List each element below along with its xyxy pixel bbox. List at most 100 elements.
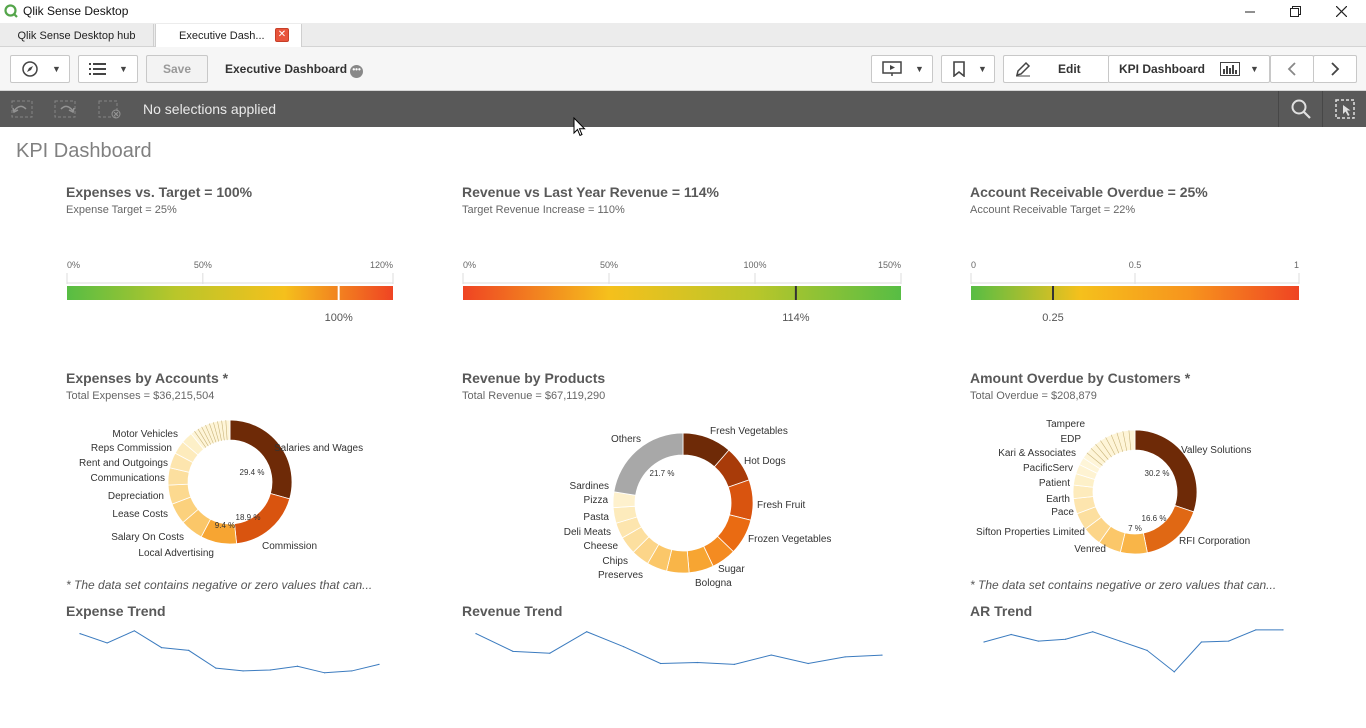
clear-selections-icon[interactable]	[97, 99, 121, 119]
expense-trend-chart[interactable]	[66, 622, 396, 692]
donut-percent-label: 21.7 %	[650, 469, 675, 478]
chart-title: Expenses by Accounts *	[66, 370, 229, 386]
donut-label: Depreciation	[108, 491, 164, 502]
donut-label: Lease Costs	[112, 509, 168, 520]
gauge-value-label: 114%	[782, 312, 810, 324]
donut-label: Pace	[1051, 507, 1074, 518]
restore-button[interactable]	[1272, 0, 1318, 23]
trend-point	[215, 667, 217, 669]
donut-label: PacificServ	[1023, 463, 1073, 474]
sheet-selector-button[interactable]: KPI Dashboard ▼	[1108, 55, 1270, 83]
bookmarks-button[interactable]: ▼	[941, 55, 995, 83]
selections-status: No selections applied	[143, 101, 277, 117]
close-window-button[interactable]	[1318, 0, 1364, 23]
donut-label: Fresh Fruit	[757, 500, 806, 511]
chart-title: Revenue by Products	[462, 370, 606, 386]
close-icon	[1335, 6, 1347, 17]
donut-slice	[1082, 429, 1136, 470]
navigation-menu-button[interactable]: ▼	[10, 55, 70, 83]
compass-icon	[22, 61, 38, 77]
present-button[interactable]: ▼	[871, 55, 933, 83]
donut-label: Salary On Costs	[111, 532, 184, 543]
minimize-button[interactable]	[1227, 0, 1273, 23]
donut-label: Communications	[91, 473, 165, 484]
trend-point	[983, 641, 985, 643]
step-back-icon[interactable]	[10, 99, 34, 119]
donut-percent-label: 30.2 %	[1145, 469, 1170, 478]
donut-label: Kari & Associates	[998, 448, 1076, 459]
kpi-title: Account Receivable Overdue = 25%	[970, 184, 1208, 200]
gauge-tick-label: 0%	[463, 260, 476, 270]
revenue-donut-chart[interactable]: Fresh Vegetables Hot Dogs Fresh Fruit Froze…	[540, 420, 840, 590]
overdue-donut-chart[interactable]: Valley Solutions 30.2 % RFI Corporation 16.…	[960, 415, 1300, 565]
trend-point	[512, 650, 514, 652]
global-menu-button[interactable]: ▼	[78, 55, 138, 83]
caret-down-icon: ▼	[52, 64, 61, 74]
trend-point	[1282, 629, 1284, 631]
donut-label: Sugar	[718, 564, 745, 575]
chart-title: Expense Trend	[66, 603, 166, 619]
donut-percent-label: 18.9 %	[236, 513, 261, 522]
donut-label: Commission	[262, 541, 317, 552]
gauge-bar	[971, 286, 1299, 300]
gauge-tick-label: 0	[971, 260, 976, 270]
donut-label: Valley Solutions	[1181, 445, 1251, 456]
sheet-title: KPI Dashboard	[16, 140, 152, 162]
select-region-icon	[1335, 99, 1355, 119]
search-button[interactable]	[1278, 91, 1322, 127]
donut-label: Local Advertising	[138, 548, 214, 559]
revenue-trend-chart[interactable]	[462, 622, 902, 692]
chevron-right-icon	[1331, 62, 1340, 76]
donut-label: Salaries and Wages	[274, 443, 363, 454]
tab-executive-dashboard[interactable]: Executive Dash... ✕	[155, 24, 302, 47]
ar-trend-chart[interactable]	[970, 622, 1300, 692]
tab-hub[interactable]: Qlik Sense Desktop hub	[0, 24, 154, 47]
donut-slice	[229, 420, 293, 500]
gauge-tick-label: 50%	[194, 260, 212, 270]
donut-label: Sifton Properties Limited	[976, 527, 1085, 538]
trend-point	[549, 652, 551, 654]
donut-label: Rent and Outgoings	[79, 458, 168, 469]
more-icon[interactable]: •••	[350, 65, 364, 78]
restore-icon	[1289, 6, 1301, 17]
close-tab-button[interactable]: ✕	[275, 28, 289, 42]
chart-title: AR Trend	[970, 603, 1033, 619]
caret-down-icon: ▼	[978, 64, 987, 74]
next-sheet-button[interactable]	[1313, 55, 1357, 83]
mouse-cursor-icon	[573, 117, 586, 137]
caret-down-icon: ▼	[1250, 64, 1259, 74]
revenue-gauge[interactable]: 0% 50% 100% 150% 114%	[462, 256, 904, 326]
trend-point	[324, 672, 326, 674]
trend-line	[983, 629, 1283, 673]
previous-sheet-button[interactable]	[1270, 55, 1314, 83]
expenses-gauge[interactable]: 0% 50% 120% 100%	[66, 256, 396, 326]
step-forward-icon[interactable]	[53, 99, 77, 119]
expenses-donut-chart[interactable]: Salaries and Wages 29.4 % Commission 18.9 %…	[60, 420, 400, 570]
save-button[interactable]: Save	[146, 55, 208, 83]
trend-point	[475, 633, 477, 635]
donut-label: Others	[611, 434, 641, 445]
search-icon	[1291, 99, 1311, 119]
trend-point	[188, 649, 190, 651]
trend-point	[807, 662, 809, 665]
ar-overdue-gauge[interactable]: 0 0.5 1 0.25	[970, 256, 1302, 326]
edit-button[interactable]: Edit	[1003, 55, 1109, 83]
trend-point	[79, 633, 81, 635]
tab-label: Executive Dash...	[179, 30, 265, 42]
sheet-thumbnail-icon	[1220, 62, 1241, 76]
list-icon	[89, 63, 106, 75]
donut-label: Tampere	[1046, 419, 1085, 430]
donut-label: Fresh Vegetables	[710, 426, 788, 437]
trend-point	[586, 631, 588, 633]
donut-label: Pizza	[584, 495, 609, 506]
bookmark-icon	[953, 61, 965, 77]
donut-label: Hot Dogs	[744, 456, 786, 467]
chart-subtitle: Total Expenses = $36,215,504	[66, 390, 215, 402]
selection-tool-button[interactable]	[1322, 91, 1366, 127]
caret-down-icon: ▼	[915, 64, 924, 74]
trend-line	[475, 631, 883, 665]
donut-label: Preserves	[598, 570, 643, 581]
trend-point	[106, 642, 108, 644]
trend-point	[1200, 641, 1203, 643]
selections-bar: No selections applied	[0, 91, 1366, 127]
